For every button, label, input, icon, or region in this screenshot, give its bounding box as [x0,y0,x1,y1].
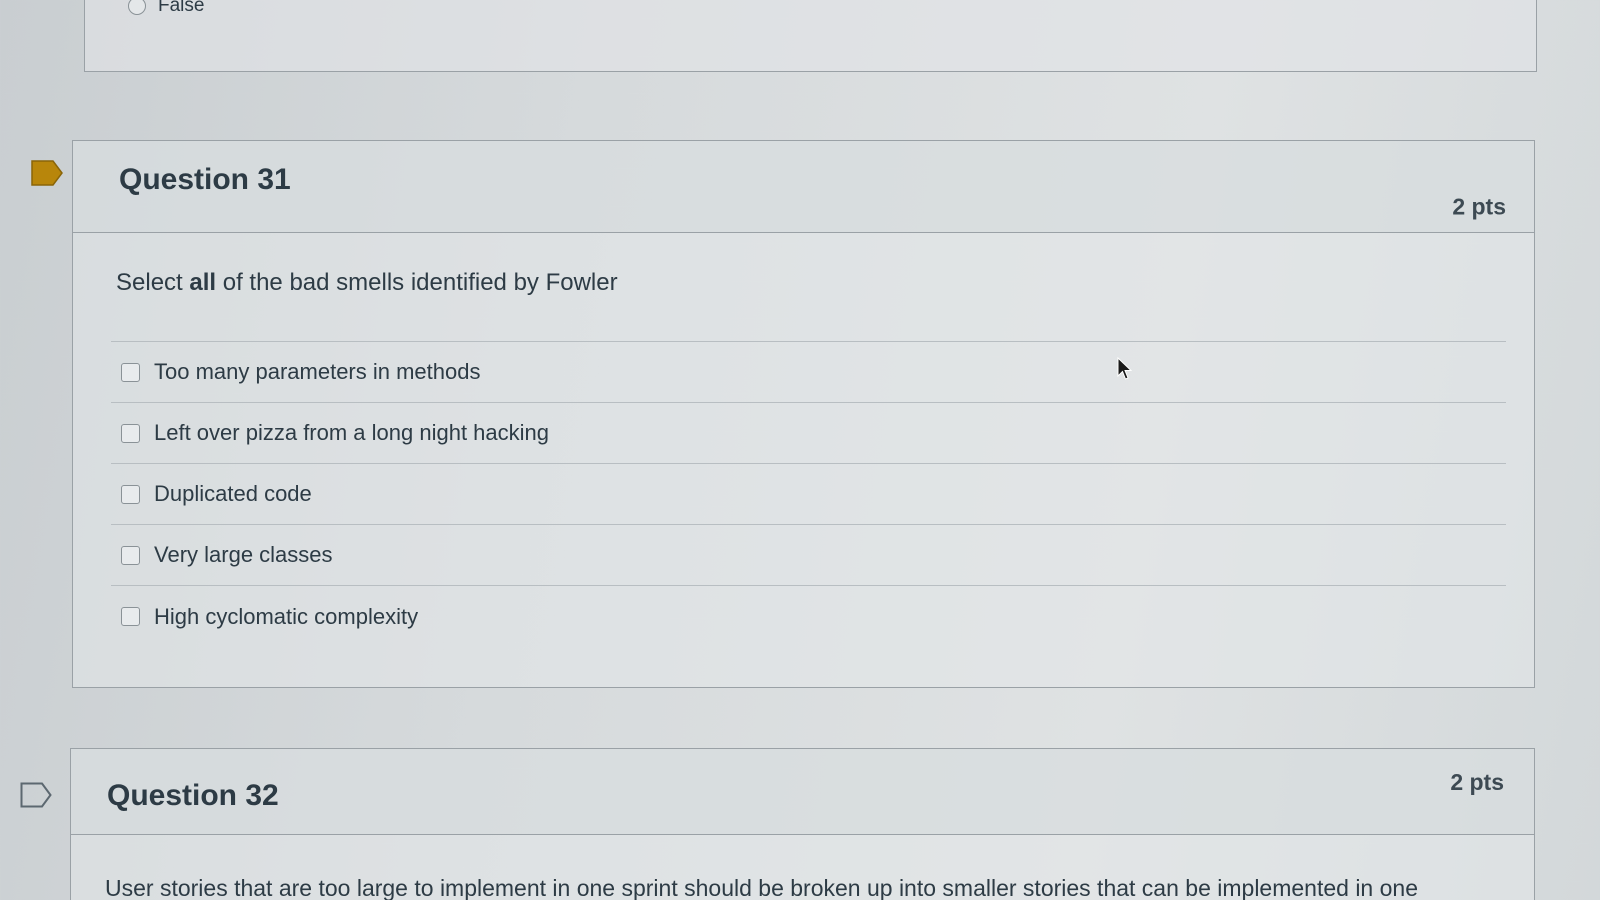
previous-question-card [84,0,1537,72]
answer-label: High cyclomatic complexity [154,603,419,629]
answer-label: Left over pizza from a long night hackin… [154,420,550,445]
radio-button[interactable] [128,0,146,15]
question-32-card: Question 32 2 pts User stories that are … [70,748,1535,900]
answer-option[interactable]: Too many parameters in methods [111,342,1506,403]
answer-label: Duplicated code [154,481,312,506]
flag-filled-icon[interactable] [31,160,63,186]
question-32-prompt: User stories that are too large to imple… [105,875,1418,900]
question-31-points: 2 pts [1452,193,1506,220]
checkbox[interactable] [121,607,140,626]
checkbox[interactable] [121,484,140,504]
checkbox[interactable] [121,423,140,443]
answer-label: Too many parameters in methods [154,359,481,384]
checkbox[interactable] [121,362,140,382]
answer-label: Very large classes [154,542,333,567]
question-31-prompt: Select all of the bad smells identified … [116,269,618,296]
question-32-header: Question 32 2 pts [71,749,1534,835]
question-31-card: Question 31 2 pts Select all of the bad … [72,140,1535,688]
previous-answer-label: False [158,0,205,16]
question-31-title: Question 31 [119,163,291,196]
checkbox[interactable] [121,545,140,565]
flag-outline-icon[interactable] [20,782,52,808]
question-31-header: Question 31 2 pts [73,141,1534,233]
answer-list: Too many parameters in methods Left over… [111,341,1506,647]
question-32-points: 2 pts [1450,769,1504,795]
prompt-emphasis: all [189,269,217,296]
answer-option[interactable]: High cyclomatic complexity [111,586,1506,647]
answer-option[interactable]: Left over pizza from a long night hackin… [111,403,1506,464]
answer-option[interactable]: Very large classes [111,525,1506,586]
answer-option[interactable]: Duplicated code [111,464,1506,525]
mouse-pointer-icon [1117,357,1133,380]
question-32-title: Question 32 [107,779,279,812]
previous-answer-option[interactable]: False [128,0,204,18]
